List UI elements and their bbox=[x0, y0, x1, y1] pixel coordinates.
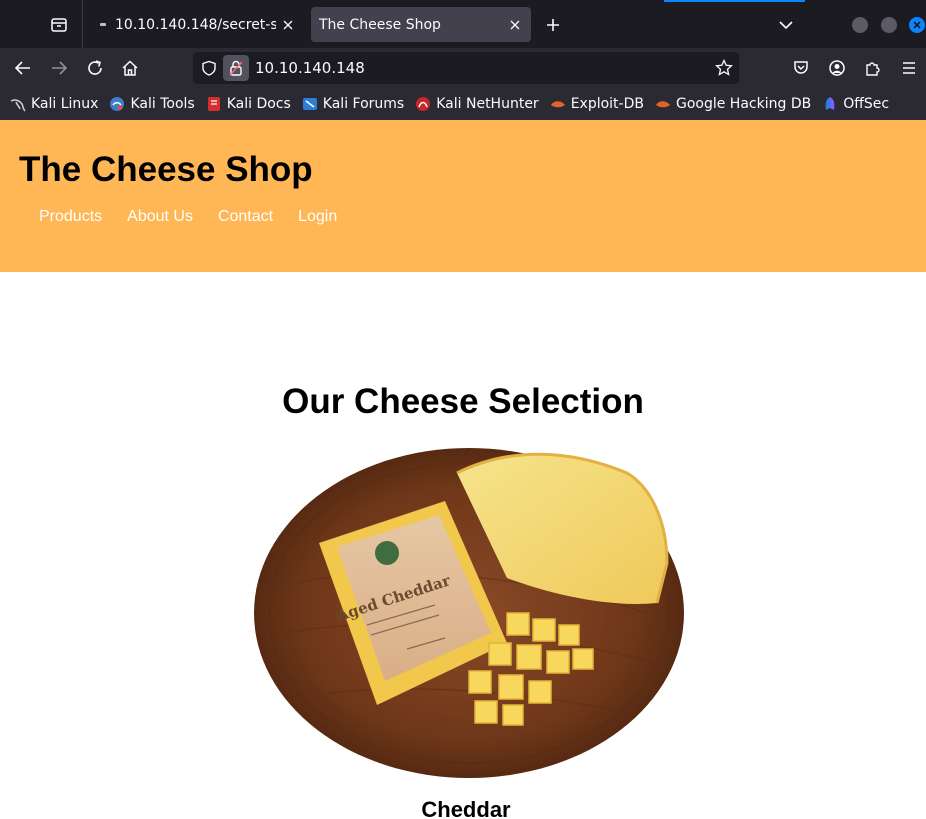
tab-bar: 10.10.140.148/secret-scrip The Cheese Sh… bbox=[0, 0, 926, 48]
bookmark-kali-nethunter[interactable]: Kali NetHunter bbox=[415, 96, 539, 112]
bookmark-kali-linux[interactable]: Kali Linux bbox=[10, 96, 98, 112]
reload-button[interactable] bbox=[83, 56, 107, 80]
site-header bbox=[0, 120, 926, 272]
bookmark-kali-docs[interactable]: Kali Docs bbox=[206, 96, 291, 112]
bookmark-label: Kali Linux bbox=[31, 96, 99, 112]
reload-icon bbox=[88, 60, 102, 75]
offsec-icon bbox=[822, 96, 838, 112]
firefox-view-button[interactable] bbox=[44, 10, 74, 40]
bookmark-offsec[interactable]: OffSec bbox=[822, 96, 889, 112]
kali-tools-icon bbox=[109, 96, 125, 112]
tab-accent-line bbox=[664, 0, 805, 2]
tab-title: The Cheese Shop bbox=[319, 16, 441, 33]
tab-favicon-icon bbox=[100, 23, 106, 26]
nethunter-icon bbox=[415, 96, 431, 112]
menu-button[interactable] bbox=[897, 56, 921, 80]
extensions-button[interactable] bbox=[861, 56, 885, 80]
back-button[interactable] bbox=[11, 56, 35, 80]
pocket-icon bbox=[794, 61, 808, 74]
bookmark-google-hacking-db[interactable]: Google Hacking DB bbox=[655, 96, 811, 112]
home-button[interactable] bbox=[118, 56, 142, 80]
kali-docs-icon bbox=[206, 96, 222, 112]
bookmark-exploit-db[interactable]: Exploit-DB bbox=[550, 96, 644, 112]
url-bar[interactable]: 10.10.140.148 bbox=[193, 52, 739, 84]
site-nav: Products About Us Contact Login bbox=[39, 208, 362, 226]
product-name: Cheddar bbox=[421, 797, 511, 819]
lock-insecure-icon bbox=[229, 60, 243, 76]
window-close-button[interactable] bbox=[909, 17, 925, 33]
bookmark-label: Kali Forums bbox=[322, 96, 405, 112]
chevron-down-icon bbox=[779, 21, 793, 30]
bookmarks-toolbar: Kali Linux Kali Tools Kali Docs Kali For… bbox=[0, 88, 926, 120]
account-button[interactable] bbox=[825, 56, 849, 80]
url-text[interactable]: 10.10.140.148 bbox=[255, 59, 365, 77]
bookmark-label: OffSec bbox=[843, 96, 890, 112]
site-info-button[interactable] bbox=[223, 55, 249, 81]
puzzle-icon bbox=[866, 62, 880, 76]
firefox-view-icon bbox=[51, 18, 67, 32]
section-title: Our Cheese Selection bbox=[282, 382, 644, 421]
tab-title: 10.10.140.148/secret-scrip bbox=[115, 16, 276, 33]
arrow-left-icon bbox=[14, 61, 30, 75]
exploit-db-icon bbox=[550, 96, 566, 112]
maximize-button[interactable] bbox=[881, 17, 897, 33]
kali-forums-icon bbox=[302, 96, 318, 112]
nav-link-products[interactable]: Products bbox=[39, 208, 102, 226]
bookmark-star-icon[interactable] bbox=[715, 59, 733, 77]
tab-separator bbox=[82, 0, 83, 48]
account-icon bbox=[829, 60, 845, 76]
site-title: The Cheese Shop bbox=[19, 150, 313, 189]
minimize-button[interactable] bbox=[852, 17, 868, 33]
bookmark-label: Kali Docs bbox=[226, 96, 291, 112]
nav-link-login[interactable]: Login bbox=[298, 208, 337, 226]
close-icon bbox=[913, 21, 921, 29]
forward-button[interactable] bbox=[47, 56, 71, 80]
hamburger-icon bbox=[903, 62, 915, 74]
kali-dragon-icon bbox=[10, 96, 26, 112]
arrow-right-icon bbox=[52, 61, 68, 75]
bookmark-label: Kali Tools bbox=[130, 96, 195, 112]
tab-cheese-shop[interactable]: The Cheese Shop bbox=[311, 7, 531, 42]
nav-link-contact[interactable]: Contact bbox=[218, 208, 273, 226]
bookmark-label: Exploit-DB bbox=[570, 96, 644, 112]
plus-icon bbox=[547, 19, 559, 31]
cheddar-product-image: Aged Cheddar bbox=[254, 448, 684, 778]
tab-secret-script[interactable]: 10.10.140.148/secret-scrip bbox=[92, 7, 304, 42]
close-icon bbox=[510, 20, 520, 29]
tab-close-button[interactable] bbox=[507, 17, 523, 33]
tab-close-button[interactable] bbox=[280, 17, 296, 33]
new-tab-button[interactable] bbox=[541, 13, 565, 37]
list-all-tabs-button[interactable] bbox=[775, 14, 797, 36]
tracking-protection-shield-icon[interactable] bbox=[201, 60, 217, 76]
bookmark-label: Kali NetHunter bbox=[436, 96, 539, 112]
bookmark-kali-tools[interactable]: Kali Tools bbox=[109, 96, 195, 112]
ghdb-icon bbox=[655, 96, 671, 112]
home-icon bbox=[122, 60, 138, 76]
pocket-button[interactable] bbox=[789, 56, 813, 80]
close-icon bbox=[283, 20, 293, 29]
nav-link-about-us[interactable]: About Us bbox=[127, 208, 193, 226]
bookmark-label: Google Hacking DB bbox=[675, 96, 812, 112]
bookmark-kali-forums[interactable]: Kali Forums bbox=[302, 96, 404, 112]
